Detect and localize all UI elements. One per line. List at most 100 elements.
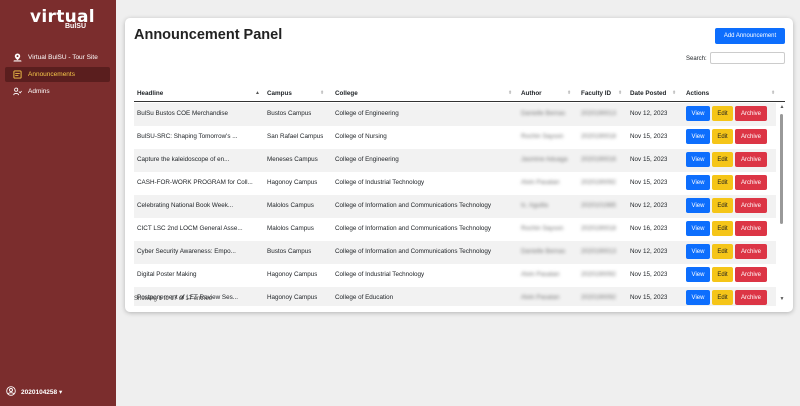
cell-campus: Malolos Campus [267, 225, 314, 232]
archive-button[interactable]: Archive [735, 152, 767, 167]
cell-faculty-id: 2020190013 [581, 248, 617, 255]
table-row: Cyber Security Awareness: Empo... Bustos… [134, 241, 776, 264]
cell-date-posted: Nov 15, 2023 [630, 294, 668, 301]
cell-author: Danielle Bernas [521, 248, 566, 255]
archive-button[interactable]: Archive [735, 221, 767, 236]
column-header-headline[interactable]: Headline [137, 90, 163, 97]
map-pin-icon [11, 53, 23, 62]
sort-icon[interactable]: ⬍ [320, 90, 324, 96]
cell-author: Alvin Pasatan [521, 179, 560, 186]
view-button[interactable]: View [686, 267, 710, 282]
edit-button[interactable]: Edit [712, 221, 733, 236]
cell-campus: Hagonoy Campus [267, 179, 318, 186]
add-announcement-button[interactable]: Add Announcement [715, 28, 785, 44]
cell-date-posted: Nov 12, 2023 [630, 248, 668, 255]
column-label: Date Posted [630, 90, 667, 97]
sort-asc-icon[interactable]: ▲ [255, 90, 260, 96]
scroll-thumb[interactable] [780, 114, 783, 224]
column-header-campus[interactable]: Campus [267, 90, 292, 97]
announcements-table: Headline ▲ Campus ⬍ College ⬍ Author ⬍ F… [134, 86, 785, 306]
cell-date-posted: Nov 16, 2023 [630, 225, 668, 232]
archive-button[interactable]: Archive [735, 244, 767, 259]
search-input[interactable] [710, 52, 785, 64]
archive-button[interactable]: Archive [735, 129, 767, 144]
view-button[interactable]: View [686, 152, 710, 167]
archive-button[interactable]: Archive [735, 267, 767, 282]
edit-button[interactable]: Edit [712, 106, 733, 121]
search-label: Search: [686, 56, 707, 62]
cell-author: Alvin Pasatan [521, 294, 560, 301]
cell-campus: Hagonoy Campus [267, 294, 318, 301]
column-header-college[interactable]: College [335, 90, 358, 97]
sidebar-item-admins[interactable]: Admins [5, 84, 110, 99]
edit-button[interactable]: Edit [712, 129, 733, 144]
edit-button[interactable]: Edit [712, 152, 733, 167]
cell-college: College of Engineering [335, 156, 399, 163]
virtual-bulsu-logo[interactable]: virtual BulSU [30, 8, 95, 36]
view-button[interactable]: View [686, 244, 710, 259]
cell-author: Rochin Sayson [521, 133, 564, 140]
edit-button[interactable]: Edit [712, 244, 733, 259]
table-info: Showing 1 to 17 of 17 entries [134, 296, 212, 302]
scroll-up-icon[interactable]: ▲ [779, 104, 785, 110]
edit-button[interactable]: Edit [712, 267, 733, 282]
edit-button[interactable]: Edit [712, 175, 733, 190]
cell-campus: Bustos Campus [267, 110, 312, 117]
archive-button[interactable]: Archive [735, 198, 767, 213]
archive-button[interactable]: Archive [735, 106, 767, 121]
cell-date-posted: Nov 15, 2023 [630, 271, 668, 278]
column-label: Author [521, 90, 542, 97]
cell-headline: Cyber Security Awareness: Empo... [137, 248, 236, 255]
sidebar-item-label: Virtual BulSU - Tour Site [28, 54, 98, 61]
cell-faculty-id: 2020190092 [581, 294, 617, 301]
sort-icon[interactable]: ⬍ [618, 90, 622, 96]
table-row: Postponement of LET Review Ses... Hagono… [134, 287, 776, 306]
view-button[interactable]: View [686, 221, 710, 236]
view-button[interactable]: View [686, 129, 710, 144]
edit-button[interactable]: Edit [712, 198, 733, 213]
cell-headline: Capture the kaleidoscope of en... [137, 156, 230, 163]
cell-author: Jasmine Aduaga [521, 156, 568, 163]
sort-icon[interactable]: ⬍ [508, 90, 512, 96]
view-button[interactable]: View [686, 290, 710, 305]
column-label: College [335, 90, 358, 97]
scroll-down-icon[interactable]: ▼ [779, 296, 785, 302]
column-header-date-posted[interactable]: Date Posted [630, 90, 666, 97]
view-button[interactable]: View [686, 106, 710, 121]
edit-button[interactable]: Edit [712, 290, 733, 305]
cell-headline: BulSu Bustos COE Merchandise [137, 110, 228, 117]
table-row: CICT LSC 2nd LOCM General Asse... Malolo… [134, 218, 776, 241]
sort-icon[interactable]: ⬍ [771, 90, 775, 96]
archive-button[interactable]: Archive [735, 290, 767, 305]
sort-icon[interactable]: ⬍ [567, 90, 571, 96]
archive-button[interactable]: Archive [735, 175, 767, 190]
user-id: 2020104258 ▾ [21, 389, 63, 396]
cell-faculty-id: 2020190018 [581, 133, 617, 140]
sidebar-item-tour-site[interactable]: Virtual BulSU - Tour Site [5, 50, 110, 65]
column-header-actions: Actions [686, 90, 709, 97]
cell-college: College of Information and Communication… [335, 202, 491, 209]
column-label: Faculty ID [581, 90, 612, 97]
column-label: Campus [267, 90, 292, 97]
cell-faculty-id: 2020190018 [581, 225, 617, 232]
column-header-faculty-id[interactable]: Faculty ID [581, 90, 611, 97]
cell-date-posted: Nov 12, 2023 [630, 202, 668, 209]
cell-headline: CICT LSC 2nd LOCM General Asse... [137, 225, 243, 232]
view-button[interactable]: View [686, 198, 710, 213]
sidebar-item-announcements[interactable]: Announcements [5, 67, 110, 82]
cell-faculty-id: 2020190016 [581, 156, 617, 163]
cell-faculty-id: 2020101985 [581, 202, 617, 209]
table-row: CASH-FOR-WORK PROGRAM for Coll... Hagono… [134, 172, 776, 195]
cell-campus: Malolos Campus [267, 202, 314, 209]
column-header-author[interactable]: Author [521, 90, 542, 97]
admins-icon [11, 87, 23, 96]
sidebar-item-label: Admins [28, 88, 50, 95]
cell-author: Rochin Sayson [521, 225, 564, 232]
cell-headline: CASH-FOR-WORK PROGRAM for Coll... [137, 179, 253, 186]
sort-icon[interactable]: ⬍ [672, 90, 676, 96]
column-label: Headline [137, 90, 164, 97]
table-scrollbar[interactable]: ▲ ▼ [779, 102, 785, 306]
view-button[interactable]: View [686, 175, 710, 190]
cell-date-posted: Nov 12, 2023 [630, 110, 668, 117]
user-menu[interactable]: 2020104258 ▾ [6, 386, 62, 398]
